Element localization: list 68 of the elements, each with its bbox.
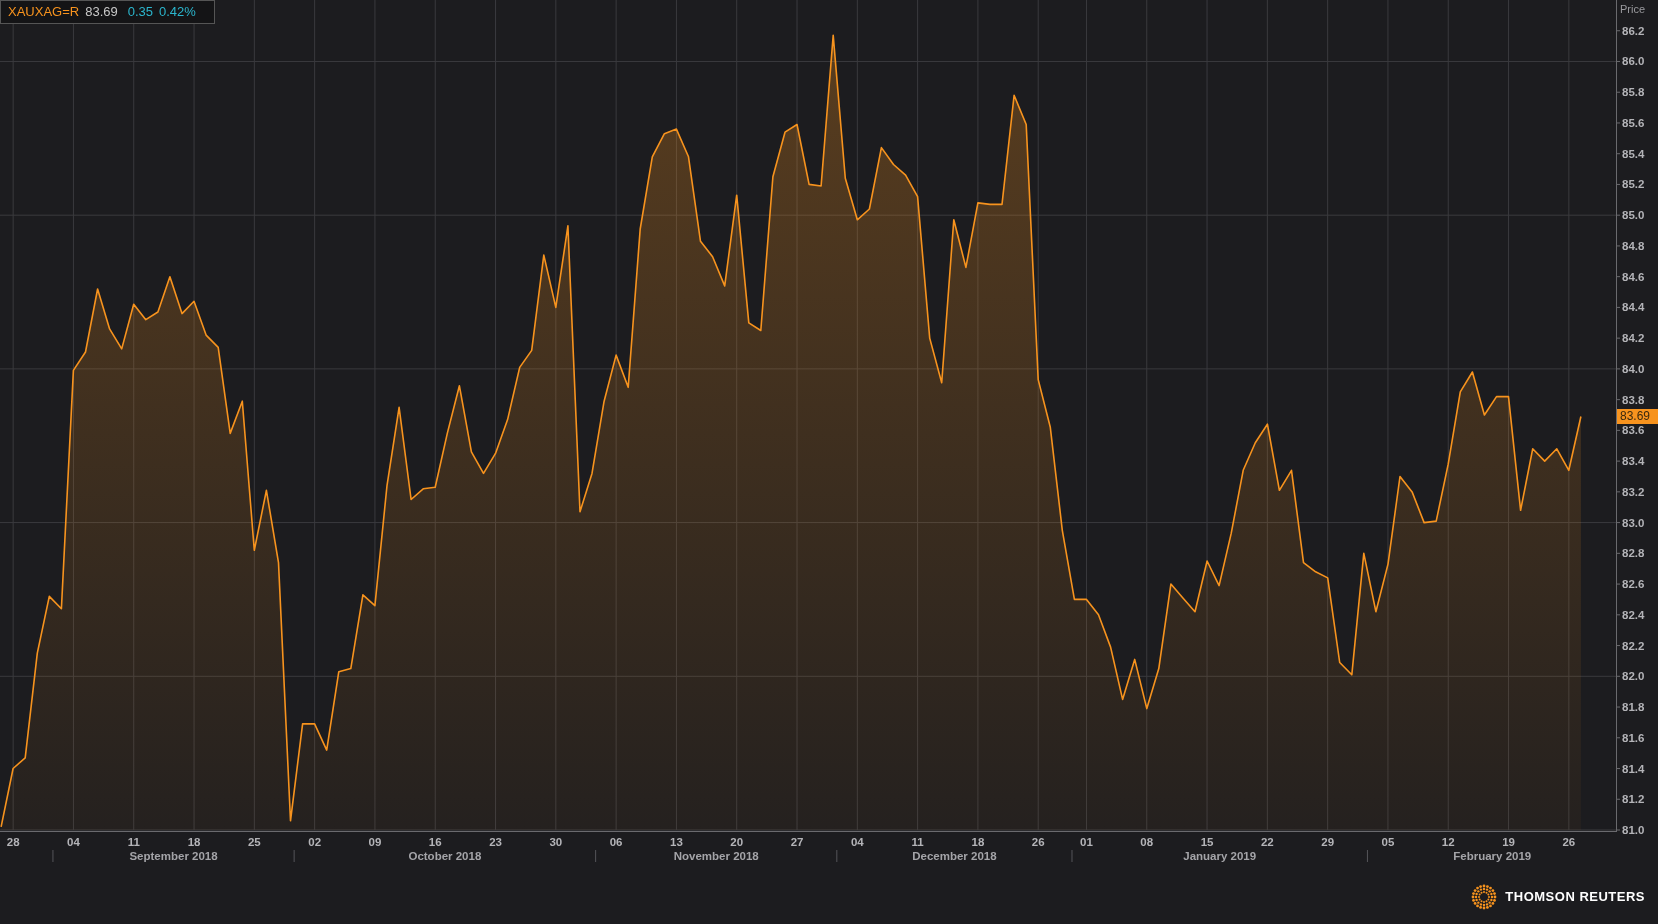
y-tick-label: 82.6 [1622, 578, 1645, 591]
y-tick-label: 84.2 [1622, 332, 1645, 345]
x-tick-label: 13 [670, 836, 683, 848]
y-tick-label: 81.4 [1622, 762, 1645, 775]
y-tick-label: 83.4 [1622, 455, 1645, 468]
y-tick-label: 82.2 [1622, 639, 1645, 652]
x-tick-label: 30 [549, 836, 563, 848]
x-tick-label: 19 [1502, 836, 1515, 848]
x-tick-label: 22 [1260, 836, 1274, 848]
x-tick-label: 26 [1562, 836, 1576, 848]
x-tick-label: 02 [308, 836, 322, 848]
axis-title: Price [1620, 3, 1646, 15]
percent-change: 0.42% [159, 3, 196, 22]
x-tick-label: 05 [1381, 836, 1395, 848]
y-tick-label: 84.6 [1622, 270, 1645, 283]
y-tick-label: 85.6 [1622, 116, 1645, 129]
y-tick-label: 84.8 [1622, 239, 1645, 252]
x-tick-label: 16 [428, 836, 442, 848]
x-tick-label: 04 [67, 836, 80, 848]
logo-icon [1471, 884, 1498, 910]
y-tick-label: 82.0 [1622, 670, 1645, 683]
x-tick-label: 18 [187, 836, 201, 848]
y-tick-label: 81.6 [1622, 731, 1645, 744]
y-tick-label: 81.0 [1622, 824, 1645, 836]
price-change: 0.35 [127, 3, 154, 22]
y-tick-label: 85.2 [1622, 178, 1645, 191]
y-tick-label: 86.2 [1622, 24, 1645, 37]
x-tick-label: 26 [1031, 836, 1045, 848]
symbol-label: XAUXAG=R [8, 3, 80, 22]
last-price-tag: 83.69 [1617, 409, 1658, 425]
y-tick-label: 81.8 [1622, 701, 1645, 714]
y-tick-label: 86.0 [1622, 55, 1645, 68]
x-tick-label: 06 [609, 836, 623, 848]
y-tick-label: 81.2 [1622, 793, 1645, 806]
month-label: February 2019 [1453, 850, 1532, 862]
x-tick-label: 25 [247, 836, 261, 848]
month-label: January 2019 [1183, 850, 1257, 862]
y-tick-label: 82.4 [1622, 608, 1645, 621]
month-label: October 2018 [408, 850, 482, 862]
month-label: September 2018 [129, 850, 218, 862]
y-tick-label: 84.0 [1622, 362, 1645, 375]
x-tick-label: 28 [6, 836, 20, 848]
brand-name: THOMSON REUTERS [1505, 888, 1645, 907]
x-tick-label: 08 [1140, 836, 1154, 848]
x-tick-label: 20 [730, 836, 744, 848]
x-tick-label: 11 [911, 836, 924, 848]
x-tick-label: 15 [1200, 836, 1214, 848]
y-tick-label: 85.4 [1622, 147, 1645, 160]
month-label: November 2018 [673, 850, 759, 862]
x-tick-label: 12 [1441, 836, 1455, 848]
x-tick-label: 09 [368, 836, 382, 848]
y-tick-label: 83.8 [1622, 393, 1645, 406]
y-tick-label: 83.6 [1622, 424, 1645, 437]
y-tick-label: 82.8 [1622, 547, 1645, 560]
y-tick-label: 84.4 [1622, 301, 1645, 314]
y-tick-label: 83.2 [1622, 485, 1645, 498]
x-tick-label: 01 [1080, 836, 1093, 848]
x-tick-label: 18 [971, 836, 985, 848]
x-tick-label: 04 [850, 836, 864, 848]
last-price: 83.69 [85, 3, 118, 22]
y-tick-label: 85.8 [1622, 86, 1645, 99]
x-tick-label: 11 [127, 836, 140, 848]
month-label: December 2018 [912, 850, 997, 862]
x-tick-label: 29 [1321, 836, 1335, 848]
x-tick-label: 23 [489, 836, 502, 848]
x-tick-label: 27 [790, 836, 804, 848]
y-tick-label: 83.0 [1622, 516, 1645, 529]
y-tick-label: 85.0 [1622, 209, 1645, 222]
